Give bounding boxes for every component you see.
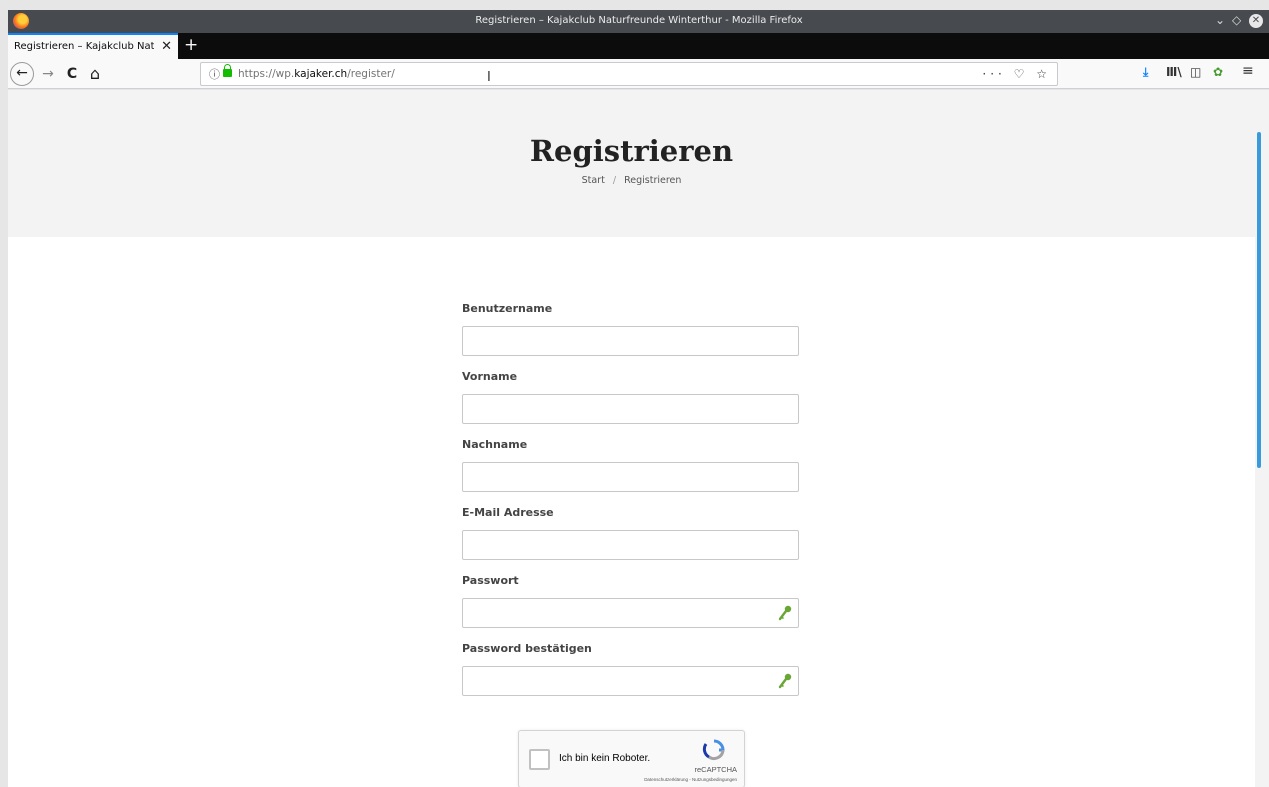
firstname-label: Vorname [462, 370, 518, 383]
tab-registrieren[interactable]: Registrieren – Kajakclub Natur ✕ [8, 33, 178, 59]
text-cursor-icon: I [487, 70, 491, 85]
breadcrumb-separator: / [612, 175, 617, 186]
recaptcha-brand: reCAPTCHA [694, 765, 737, 774]
forward-button[interactable]: → [40, 64, 56, 84]
nav-toolbar: ← → C ⌂ ⓘ https://wp.kajaker.ch/register… [8, 59, 1269, 89]
tab-close-icon[interactable]: ✕ [161, 39, 172, 54]
recaptcha-links[interactable]: Datenschutzerklärung - Nutzungsbedingung… [519, 777, 737, 782]
tab-label: Registrieren – Kajakclub Natur [14, 41, 154, 52]
scroll-thumb[interactable] [1257, 132, 1261, 468]
username-label: Benutzername [462, 302, 553, 315]
breadcrumb-current: Registrieren [624, 175, 682, 186]
menu-icon[interactable]: ≡ [1242, 63, 1254, 79]
lastname-input[interactable] [462, 462, 799, 492]
new-tab-button[interactable]: + [184, 35, 198, 55]
url-text[interactable]: https://wp.kajaker.ch/register/ [238, 68, 395, 80]
page-actions[interactable]: ··· ♡ ☆ [982, 67, 1051, 81]
extension-icon[interactable]: ✿ [1213, 65, 1223, 79]
key-icon[interactable] [778, 673, 792, 689]
firstname-input[interactable] [462, 394, 799, 424]
password-label: Passwort [462, 574, 519, 587]
lock-icon [223, 64, 232, 77]
window-title: Registrieren – Kajakclub Naturfreunde Wi… [475, 15, 803, 26]
vertical-scrollbar[interactable] [1255, 90, 1269, 787]
library-icon[interactable]: Ⅲ\ [1166, 65, 1182, 79]
page-title: Registrieren [529, 134, 734, 168]
tab-strip: Registrieren – Kajakclub Natur ✕ + [8, 33, 1269, 59]
recaptcha-widget: Ich bin kein Roboter. reCAPTCHA Datensch… [518, 730, 745, 787]
reload-button[interactable]: C [64, 64, 80, 84]
recaptcha-logo-icon [702, 739, 725, 761]
back-button[interactable]: ← [10, 62, 34, 86]
window-titlebar: Registrieren – Kajakclub Naturfreunde Wi… [8, 10, 1269, 33]
password-confirm-input[interactable] [462, 666, 799, 696]
sidebar-icon[interactable]: ◫ [1190, 65, 1201, 79]
breadcrumb: Start / Registrieren [8, 175, 1255, 186]
maximize-icon[interactable]: ◇ [1232, 13, 1241, 27]
password-input[interactable] [462, 598, 799, 628]
home-button[interactable]: ⌂ [86, 64, 104, 84]
page-viewport: Registrieren Start / Registrieren Benutz… [8, 90, 1255, 787]
recaptcha-label: Ich bin kein Roboter. [559, 753, 651, 764]
lastname-label: Nachname [462, 438, 528, 451]
email-label: E-Mail Adresse [462, 506, 554, 519]
page-header: Registrieren Start / Registrieren [8, 90, 1255, 237]
url-bar[interactable]: ⓘ https://wp.kajaker.ch/register/ ··· ♡ … [200, 62, 1058, 86]
username-input[interactable] [462, 326, 799, 356]
email-input[interactable] [462, 530, 799, 560]
breadcrumb-home[interactable]: Start [582, 175, 605, 186]
minimize-icon[interactable]: ⌄ [1215, 13, 1225, 27]
password-confirm-label: Password bestätigen [462, 642, 592, 655]
key-icon[interactable] [778, 605, 792, 621]
downloads-icon[interactable]: ⤓ [1143, 65, 1148, 80]
site-info-icon[interactable]: ⓘ [209, 66, 220, 82]
registration-form: Benutzername Vorname Nachname E-Mail Adr… [462, 302, 799, 710]
close-window-icon[interactable]: ✕ [1249, 14, 1263, 28]
